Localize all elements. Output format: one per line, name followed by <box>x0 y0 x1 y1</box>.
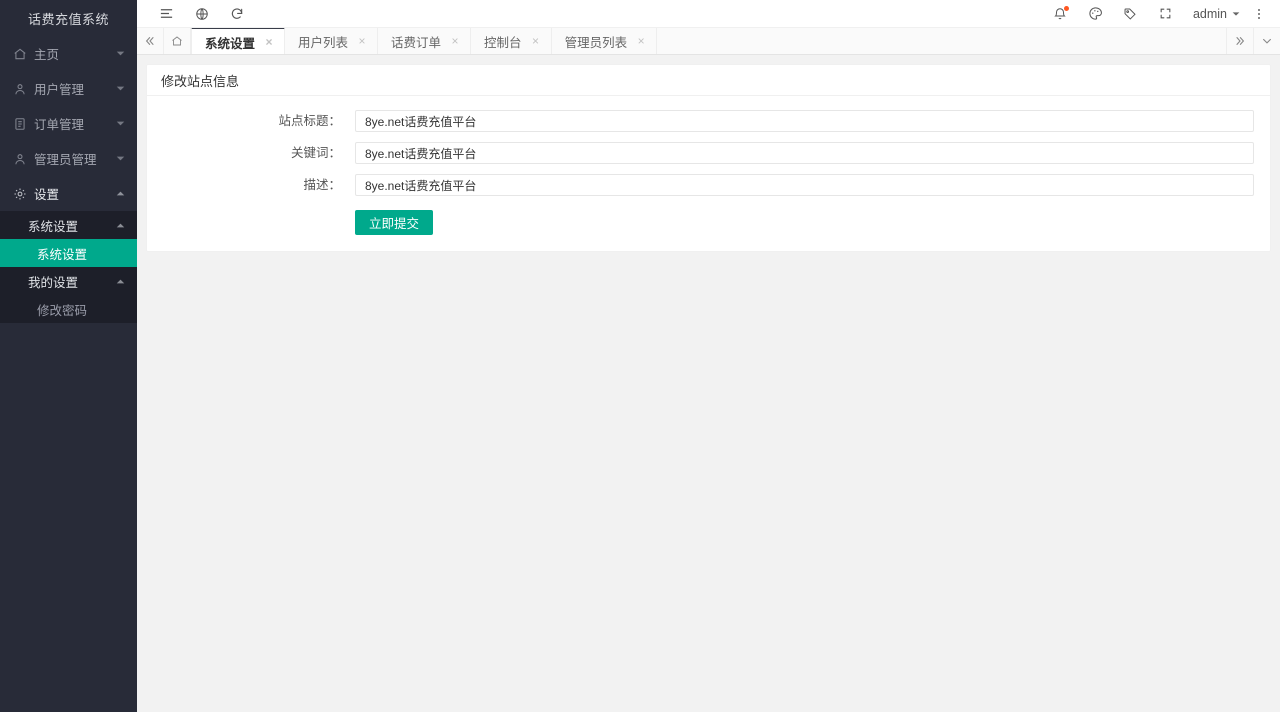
site-title-label: 站点标题： <box>147 110 355 132</box>
order-icon <box>13 117 27 131</box>
header-right-controls: admin <box>1043 0 1280 28</box>
chevron-down-icon <box>116 119 125 128</box>
chevron-up-icon <box>116 277 125 286</box>
tab-console[interactable]: 控制台 × <box>471 28 552 54</box>
site-info-form: 站点标题： 关键词： 描述： 立即提交 <box>147 96 1270 251</box>
chevron-up-icon <box>116 189 125 198</box>
card-title: 修改站点信息 <box>147 65 1270 96</box>
sidebar-item-order-management-label: 订单管理 <box>34 114 116 133</box>
tab-bar-right-controls <box>1226 28 1280 54</box>
tab-admin-list[interactable]: 管理员列表 × <box>552 28 658 54</box>
tab-system-settings[interactable]: 系统设置 × <box>191 28 285 54</box>
main-area: admin 系统设置 × 用户列表 <box>137 0 1280 712</box>
bell-icon[interactable] <box>1043 0 1078 28</box>
chevron-down-icon <box>116 84 125 93</box>
close-icon[interactable]: × <box>636 35 646 47</box>
tab-user-list[interactable]: 用户列表 × <box>285 28 378 54</box>
description-label: 描述： <box>147 174 355 196</box>
close-icon[interactable]: × <box>531 35 541 47</box>
fullscreen-icon[interactable] <box>1148 0 1183 28</box>
close-icon[interactable]: × <box>357 35 367 47</box>
top-header: admin <box>137 0 1280 28</box>
content-area: 修改站点信息 站点标题： 关键词： 描述： <box>137 55 1280 712</box>
sidebar-item-system-settings-label: 系统设置 <box>37 244 87 263</box>
tabs-scroll-left-button[interactable] <box>137 28 164 54</box>
tab-home-button[interactable] <box>164 28 191 54</box>
palette-icon[interactable] <box>1078 0 1113 28</box>
sidebar-item-admin-management-label: 管理员管理 <box>34 149 116 168</box>
admin-icon <box>13 152 27 166</box>
sidebar-item-settings-label: 设置 <box>34 184 116 203</box>
submit-button[interactable]: 立即提交 <box>355 210 433 235</box>
form-row-description: 描述： <box>147 174 1254 196</box>
description-input[interactable] <box>355 174 1254 196</box>
sidebar-item-change-password[interactable]: 修改密码 <box>0 295 137 323</box>
tab-list: 系统设置 × 用户列表 × 话费订单 × 控制台 × 管理员列表 × <box>191 28 1226 54</box>
sidebar-item-change-password-label: 修改密码 <box>37 300 87 319</box>
sidebar-item-user-management-label: 用户管理 <box>34 79 116 98</box>
form-row-keywords: 关键词： <box>147 142 1254 164</box>
chevron-down-icon <box>116 49 125 58</box>
sidebar-group-system-settings-label: 系统设置 <box>28 216 116 235</box>
sidebar-item-settings[interactable]: 设置 <box>0 176 137 211</box>
user-menu[interactable]: admin <box>1183 0 1248 28</box>
sidebar: 话费充值系统 主页 用户管理 订单管理 <box>0 0 137 712</box>
user-icon <box>13 82 27 96</box>
close-icon[interactable]: × <box>450 35 460 47</box>
notification-badge <box>1064 6 1069 11</box>
sidebar-item-order-management[interactable]: 订单管理 <box>0 106 137 141</box>
app-logo-title: 话费充值系统 <box>0 0 137 36</box>
globe-icon[interactable] <box>184 0 219 28</box>
header-left-controls <box>137 0 254 28</box>
sidebar-item-user-management[interactable]: 用户管理 <box>0 71 137 106</box>
chevron-down-icon <box>116 154 125 163</box>
tab-label: 系统设置 <box>205 33 255 52</box>
chevron-up-icon <box>116 221 125 230</box>
tabs-dropdown-button[interactable] <box>1253 28 1280 54</box>
keywords-label: 关键词： <box>147 142 355 164</box>
more-options-icon[interactable] <box>1248 0 1270 28</box>
sidebar-item-home[interactable]: 主页 <box>0 36 137 71</box>
form-actions: 立即提交 <box>147 210 1254 235</box>
user-menu-label: admin <box>1193 7 1227 21</box>
site-info-card: 修改站点信息 站点标题： 关键词： 描述： <box>146 64 1271 252</box>
sidebar-group-system-settings[interactable]: 系统设置 <box>0 211 137 239</box>
tab-label: 用户列表 <box>298 32 348 51</box>
tag-icon[interactable] <box>1113 0 1148 28</box>
form-actions-spacer <box>147 210 355 235</box>
tab-phone-bill-orders[interactable]: 话费订单 × <box>378 28 471 54</box>
tabs-scroll-right-button[interactable] <box>1226 28 1253 54</box>
sidebar-group-my-settings[interactable]: 我的设置 <box>0 267 137 295</box>
gear-icon <box>13 187 27 201</box>
tab-label: 控制台 <box>484 32 522 51</box>
sidebar-item-home-label: 主页 <box>34 44 116 63</box>
tab-label: 话费订单 <box>391 32 441 51</box>
close-icon[interactable]: × <box>264 36 274 48</box>
tab-bar: 系统设置 × 用户列表 × 话费订单 × 控制台 × 管理员列表 × <box>137 28 1280 55</box>
sidebar-item-system-settings[interactable]: 系统设置 <box>0 239 137 267</box>
sidebar-group-my-settings-label: 我的设置 <box>28 272 116 291</box>
refresh-icon[interactable] <box>219 0 254 28</box>
tab-label: 管理员列表 <box>565 32 628 51</box>
site-title-input[interactable] <box>355 110 1254 132</box>
keywords-input[interactable] <box>355 142 1254 164</box>
sidebar-item-admin-management[interactable]: 管理员管理 <box>0 141 137 176</box>
chevron-down-icon <box>1232 10 1240 18</box>
menu-toggle-icon[interactable] <box>149 0 184 28</box>
home-icon <box>13 47 27 61</box>
app-root: 话费充值系统 主页 用户管理 订单管理 <box>0 0 1280 712</box>
form-row-site-title: 站点标题： <box>147 110 1254 132</box>
